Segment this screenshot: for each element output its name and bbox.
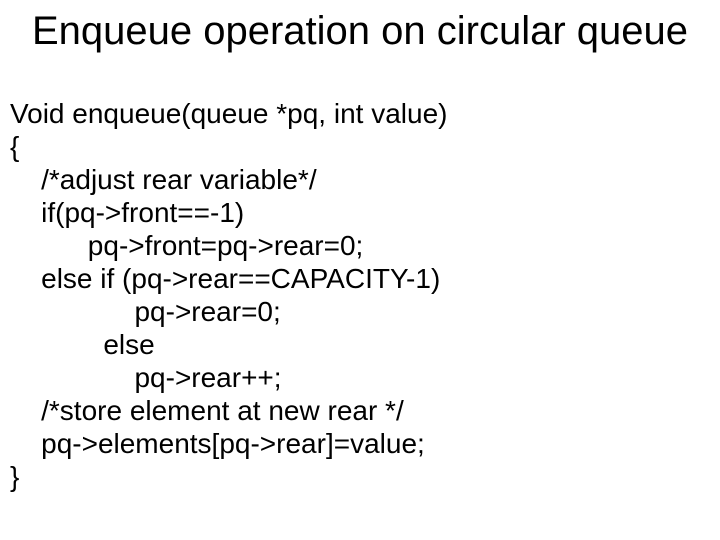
code-line: pq->rear=0;: [10, 296, 281, 327]
code-line: }: [10, 461, 19, 492]
slide: Enqueue operation on circular queue Void…: [0, 0, 720, 540]
code-line: pq->front=pq->rear=0;: [10, 230, 363, 261]
code-line: else: [10, 329, 155, 360]
code-line: else if (pq->rear==CAPACITY-1): [10, 263, 440, 294]
code-line: Void enqueue(queue *pq, int value): [10, 98, 447, 129]
code-line: {: [10, 131, 19, 162]
code-line: pq->elements[pq->rear]=value;: [10, 428, 425, 459]
code-block: Void enqueue(queue *pq, int value) { /*a…: [0, 54, 720, 493]
slide-title: Enqueue operation on circular queue: [0, 0, 720, 54]
code-line: /*store element at new rear */: [10, 395, 404, 426]
code-line: /*adjust rear variable*/: [10, 164, 317, 195]
code-line: if(pq->front==-1): [10, 197, 244, 228]
code-line: pq->rear++;: [10, 362, 282, 393]
